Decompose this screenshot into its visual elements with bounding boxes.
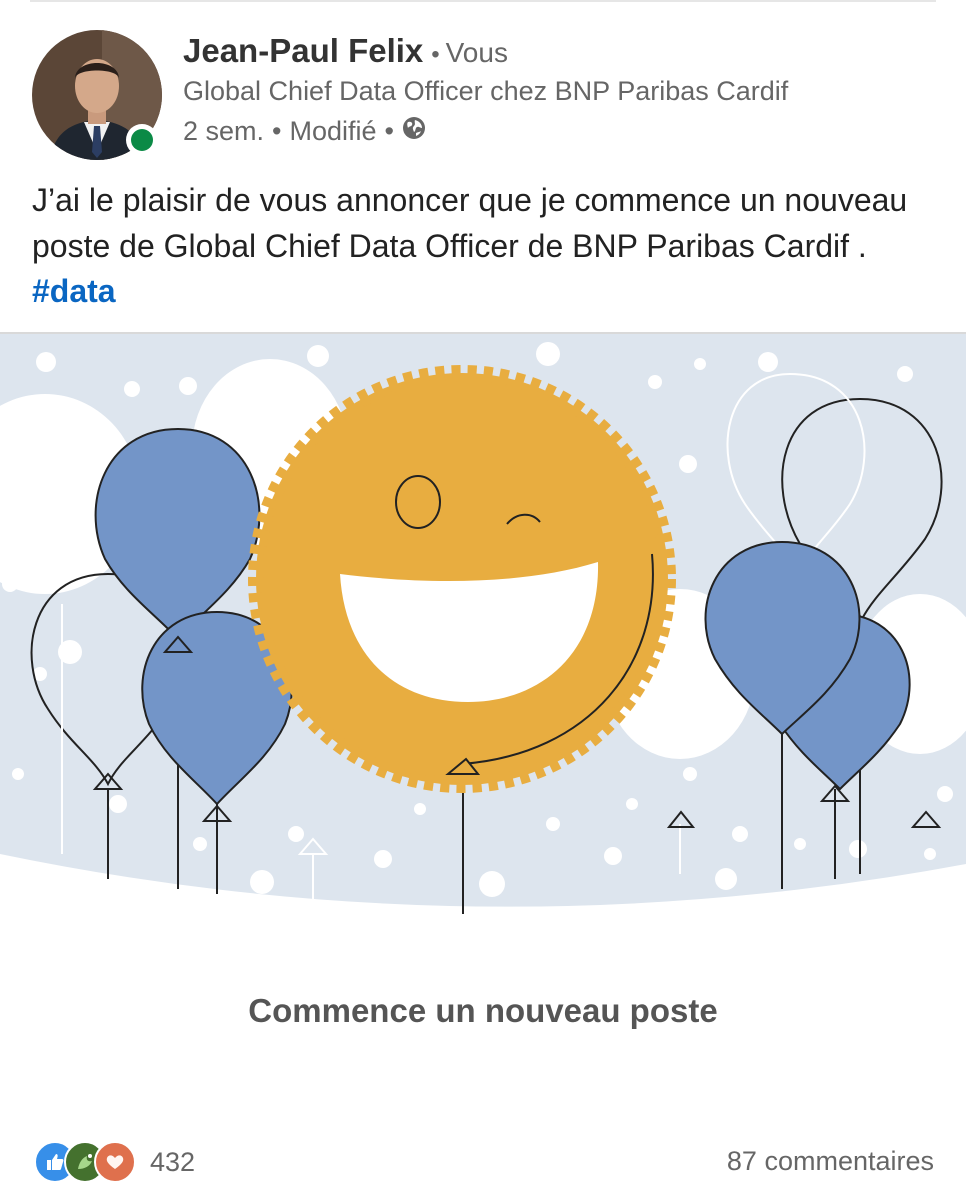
post-media[interactable] <box>0 332 966 919</box>
author-name[interactable]: Jean-Paul Felix <box>183 32 423 70</box>
author-name-line: Jean-Paul Felix • Vous <box>183 32 508 74</box>
post-body: J’ai le plaisir de vous annoncer que je … <box>32 182 908 264</box>
separator-dot: • <box>272 116 282 146</box>
media-caption: Commence un nouveau poste <box>248 992 718 1029</box>
online-status-indicator <box>126 124 158 156</box>
reactions-summary[interactable]: 432 <box>34 1140 195 1184</box>
globe-icon <box>402 116 426 147</box>
author-headline: Global Chief Data Officer chez BNP Parib… <box>183 76 789 106</box>
post-time: 2 sem. <box>183 116 265 146</box>
post-text: J’ai le plaisir de vous annoncer que je … <box>32 178 937 315</box>
edited-label: Modifié <box>289 116 377 146</box>
feed-divider <box>30 0 936 2</box>
celebration-illustration <box>0 334 966 914</box>
love-icon <box>94 1141 136 1183</box>
post-meta: 2 sem. • Modifié • <box>183 116 426 147</box>
reaction-count: 432 <box>150 1146 196 1177</box>
separator-dot: • <box>431 41 440 68</box>
hashtag-link[interactable]: #data <box>32 273 116 309</box>
comments-count[interactable]: 87 commentaires <box>727 1146 934 1177</box>
social-counts: 432 87 commentaires <box>34 1140 934 1186</box>
separator-dot: • <box>384 116 394 146</box>
relation-label: Vous <box>445 37 508 68</box>
